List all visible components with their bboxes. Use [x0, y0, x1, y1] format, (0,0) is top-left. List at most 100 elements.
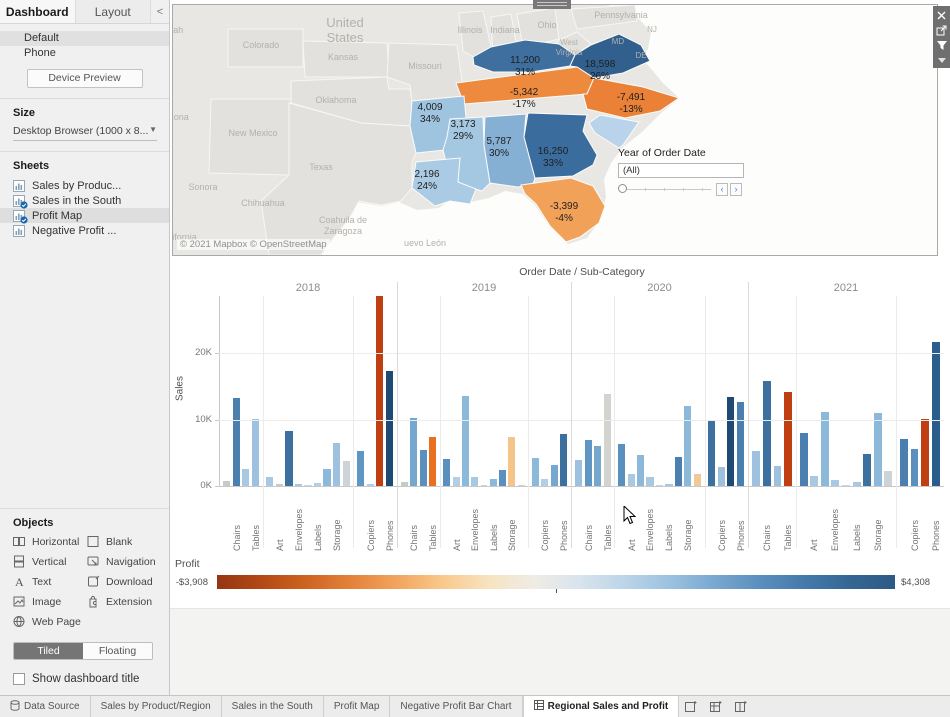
bar-2020-storage[interactable] [684, 406, 691, 486]
bar-2018-envelopes[interactable] [295, 484, 302, 486]
worksheet-tab-negative-profit-bar-chart[interactable]: Negative Profit Bar Chart [390, 696, 522, 717]
bar-2018-machines[interactable] [376, 296, 383, 486]
bar-2019-bookcases[interactable] [401, 482, 408, 486]
bar-2021-supplies[interactable] [884, 471, 892, 486]
bar-2018-storage[interactable] [333, 443, 340, 486]
show-dashboard-title-checkbox[interactable] [13, 673, 25, 685]
bar-2021-machines[interactable] [921, 419, 929, 486]
worksheet-tab-sales-by-product-region[interactable]: Sales by Product/Region [91, 696, 222, 717]
bar-2018-accessories[interactable] [357, 451, 364, 486]
slider-prev-button[interactable]: ‹ [716, 183, 728, 196]
bar-2021-envelopes[interactable] [831, 480, 839, 486]
bar-2021-art[interactable] [810, 476, 818, 486]
bar-2020-copiers[interactable] [718, 467, 725, 486]
bar-2019-furnishings[interactable] [420, 450, 427, 486]
close-icon[interactable] [935, 9, 948, 21]
bar-2020-machines[interactable] [727, 397, 734, 486]
device-option-phone[interactable]: Phone [0, 46, 169, 61]
object-item-download[interactable]: Download [87, 575, 169, 588]
bar-2020-art[interactable] [628, 474, 635, 486]
device-option-default[interactable]: Default [0, 31, 169, 46]
bar-2019-storage[interactable] [508, 437, 515, 486]
drag-handle[interactable] [533, 0, 571, 9]
floating-button[interactable]: Floating [83, 643, 152, 659]
bar-2021-appliances[interactable] [800, 433, 808, 486]
year-filter-value[interactable]: (All) [618, 163, 744, 178]
bar-2020-envelopes[interactable] [646, 477, 653, 486]
bar-2021-fasteners[interactable] [842, 485, 850, 486]
bar-2019-tables[interactable] [429, 437, 436, 486]
bar-2018-paper[interactable] [323, 469, 330, 486]
new-dashboard-button[interactable] [704, 696, 729, 717]
bar-2019-fasteners[interactable] [481, 485, 488, 486]
slider-next-button[interactable]: › [730, 183, 742, 196]
slider-handle[interactable] [618, 184, 627, 193]
profit-map-view[interactable]: UnitedStatestahColoradoKansasMissouriIll… [172, 4, 938, 256]
bar-2018-fasteners[interactable] [304, 485, 311, 486]
worksheet-tab-sales-in-the-south[interactable]: Sales in the South [222, 696, 324, 717]
bar-2019-labels[interactable] [490, 479, 497, 486]
bar-2020-furnishings[interactable] [594, 446, 601, 486]
bar-2020-bookcases[interactable] [575, 460, 582, 486]
bar-2018-binders[interactable] [285, 431, 292, 486]
bar-2020-accessories[interactable] [708, 420, 715, 486]
bar-2021-paper[interactable] [863, 454, 871, 486]
bar-2018-art[interactable] [276, 484, 283, 486]
year-filter-slider[interactable]: ‹ › [618, 182, 748, 196]
bar-2019-phones[interactable] [560, 434, 567, 486]
bar-2019-envelopes[interactable] [471, 477, 478, 486]
filter-funnel-icon[interactable] [935, 39, 948, 51]
bar-2021-binders[interactable] [821, 412, 829, 486]
sheet-item[interactable]: Negative Profit ... [0, 223, 169, 238]
object-item-blank[interactable]: Blank [87, 535, 169, 548]
bar-2019-copiers[interactable] [541, 479, 548, 486]
sheet-item[interactable]: Sales in the South [0, 193, 169, 208]
bar-2019-chairs[interactable] [410, 418, 417, 486]
bar-2019-supplies[interactable] [518, 485, 525, 486]
object-item-web-page[interactable]: Web Page [13, 615, 87, 628]
bar-2021-copiers[interactable] [911, 449, 919, 486]
bar-2020-binders[interactable] [637, 455, 644, 486]
bar-2018-supplies[interactable] [343, 461, 350, 486]
bar-2018-bookcases[interactable] [223, 481, 230, 486]
tab-layout[interactable]: Layout [76, 0, 152, 23]
bar-2020-labels[interactable] [665, 484, 672, 486]
object-item-image[interactable]: Image [13, 595, 87, 608]
bar-2018-tables[interactable] [252, 419, 259, 486]
bar-2018-copiers[interactable] [367, 484, 374, 486]
device-preview-button[interactable]: Device Preview [27, 69, 143, 88]
bar-2018-appliances[interactable] [266, 477, 273, 486]
tab-dashboard[interactable]: Dashboard [0, 0, 76, 23]
collapse-pane-icon[interactable]: < [151, 0, 169, 23]
bar-2019-paper[interactable] [499, 470, 506, 486]
worksheet-tab-regional-sales-and-profit[interactable]: Regional Sales and Profit [523, 696, 680, 717]
object-item-navigation[interactable]: Navigation [87, 555, 169, 568]
bar-2021-phones[interactable] [932, 342, 940, 486]
sheet-item[interactable]: Sales by Produc... [0, 178, 169, 193]
bar-2019-binders[interactable] [462, 396, 469, 486]
caret-down-icon[interactable] [935, 54, 948, 66]
bar-2021-tables[interactable] [784, 392, 792, 486]
bar-2020-fasteners[interactable] [656, 485, 663, 486]
bar-2018-labels[interactable] [314, 483, 321, 486]
bar-2019-accessories[interactable] [532, 458, 539, 486]
new-worksheet-button[interactable] [679, 696, 704, 717]
export-icon[interactable] [935, 24, 948, 36]
sheet-item[interactable]: Profit Map [0, 208, 169, 223]
object-item-text[interactable]: AText [13, 575, 87, 588]
new-story-button[interactable] [729, 696, 754, 717]
object-item-vertical[interactable]: Vertical [13, 555, 87, 568]
bar-2021-chairs[interactable] [763, 381, 771, 486]
object-item-horizontal[interactable]: Horizontal [13, 535, 87, 548]
bar-2021-labels[interactable] [853, 482, 861, 486]
worksheet-tab-data-source[interactable]: Data Source [0, 696, 91, 717]
bar-2020-phones[interactable] [737, 402, 744, 486]
bar-2018-furnishings[interactable] [242, 469, 249, 486]
bar-2018-phones[interactable] [386, 371, 393, 486]
bar-2021-bookcases[interactable] [752, 451, 760, 486]
bar-2021-accessories[interactable] [900, 439, 908, 486]
bar-2020-appliances[interactable] [618, 444, 625, 486]
tiled-button[interactable]: Tiled [14, 643, 83, 659]
bar-2019-appliances[interactable] [443, 459, 450, 486]
object-item-extension[interactable]: Extension [87, 595, 169, 608]
